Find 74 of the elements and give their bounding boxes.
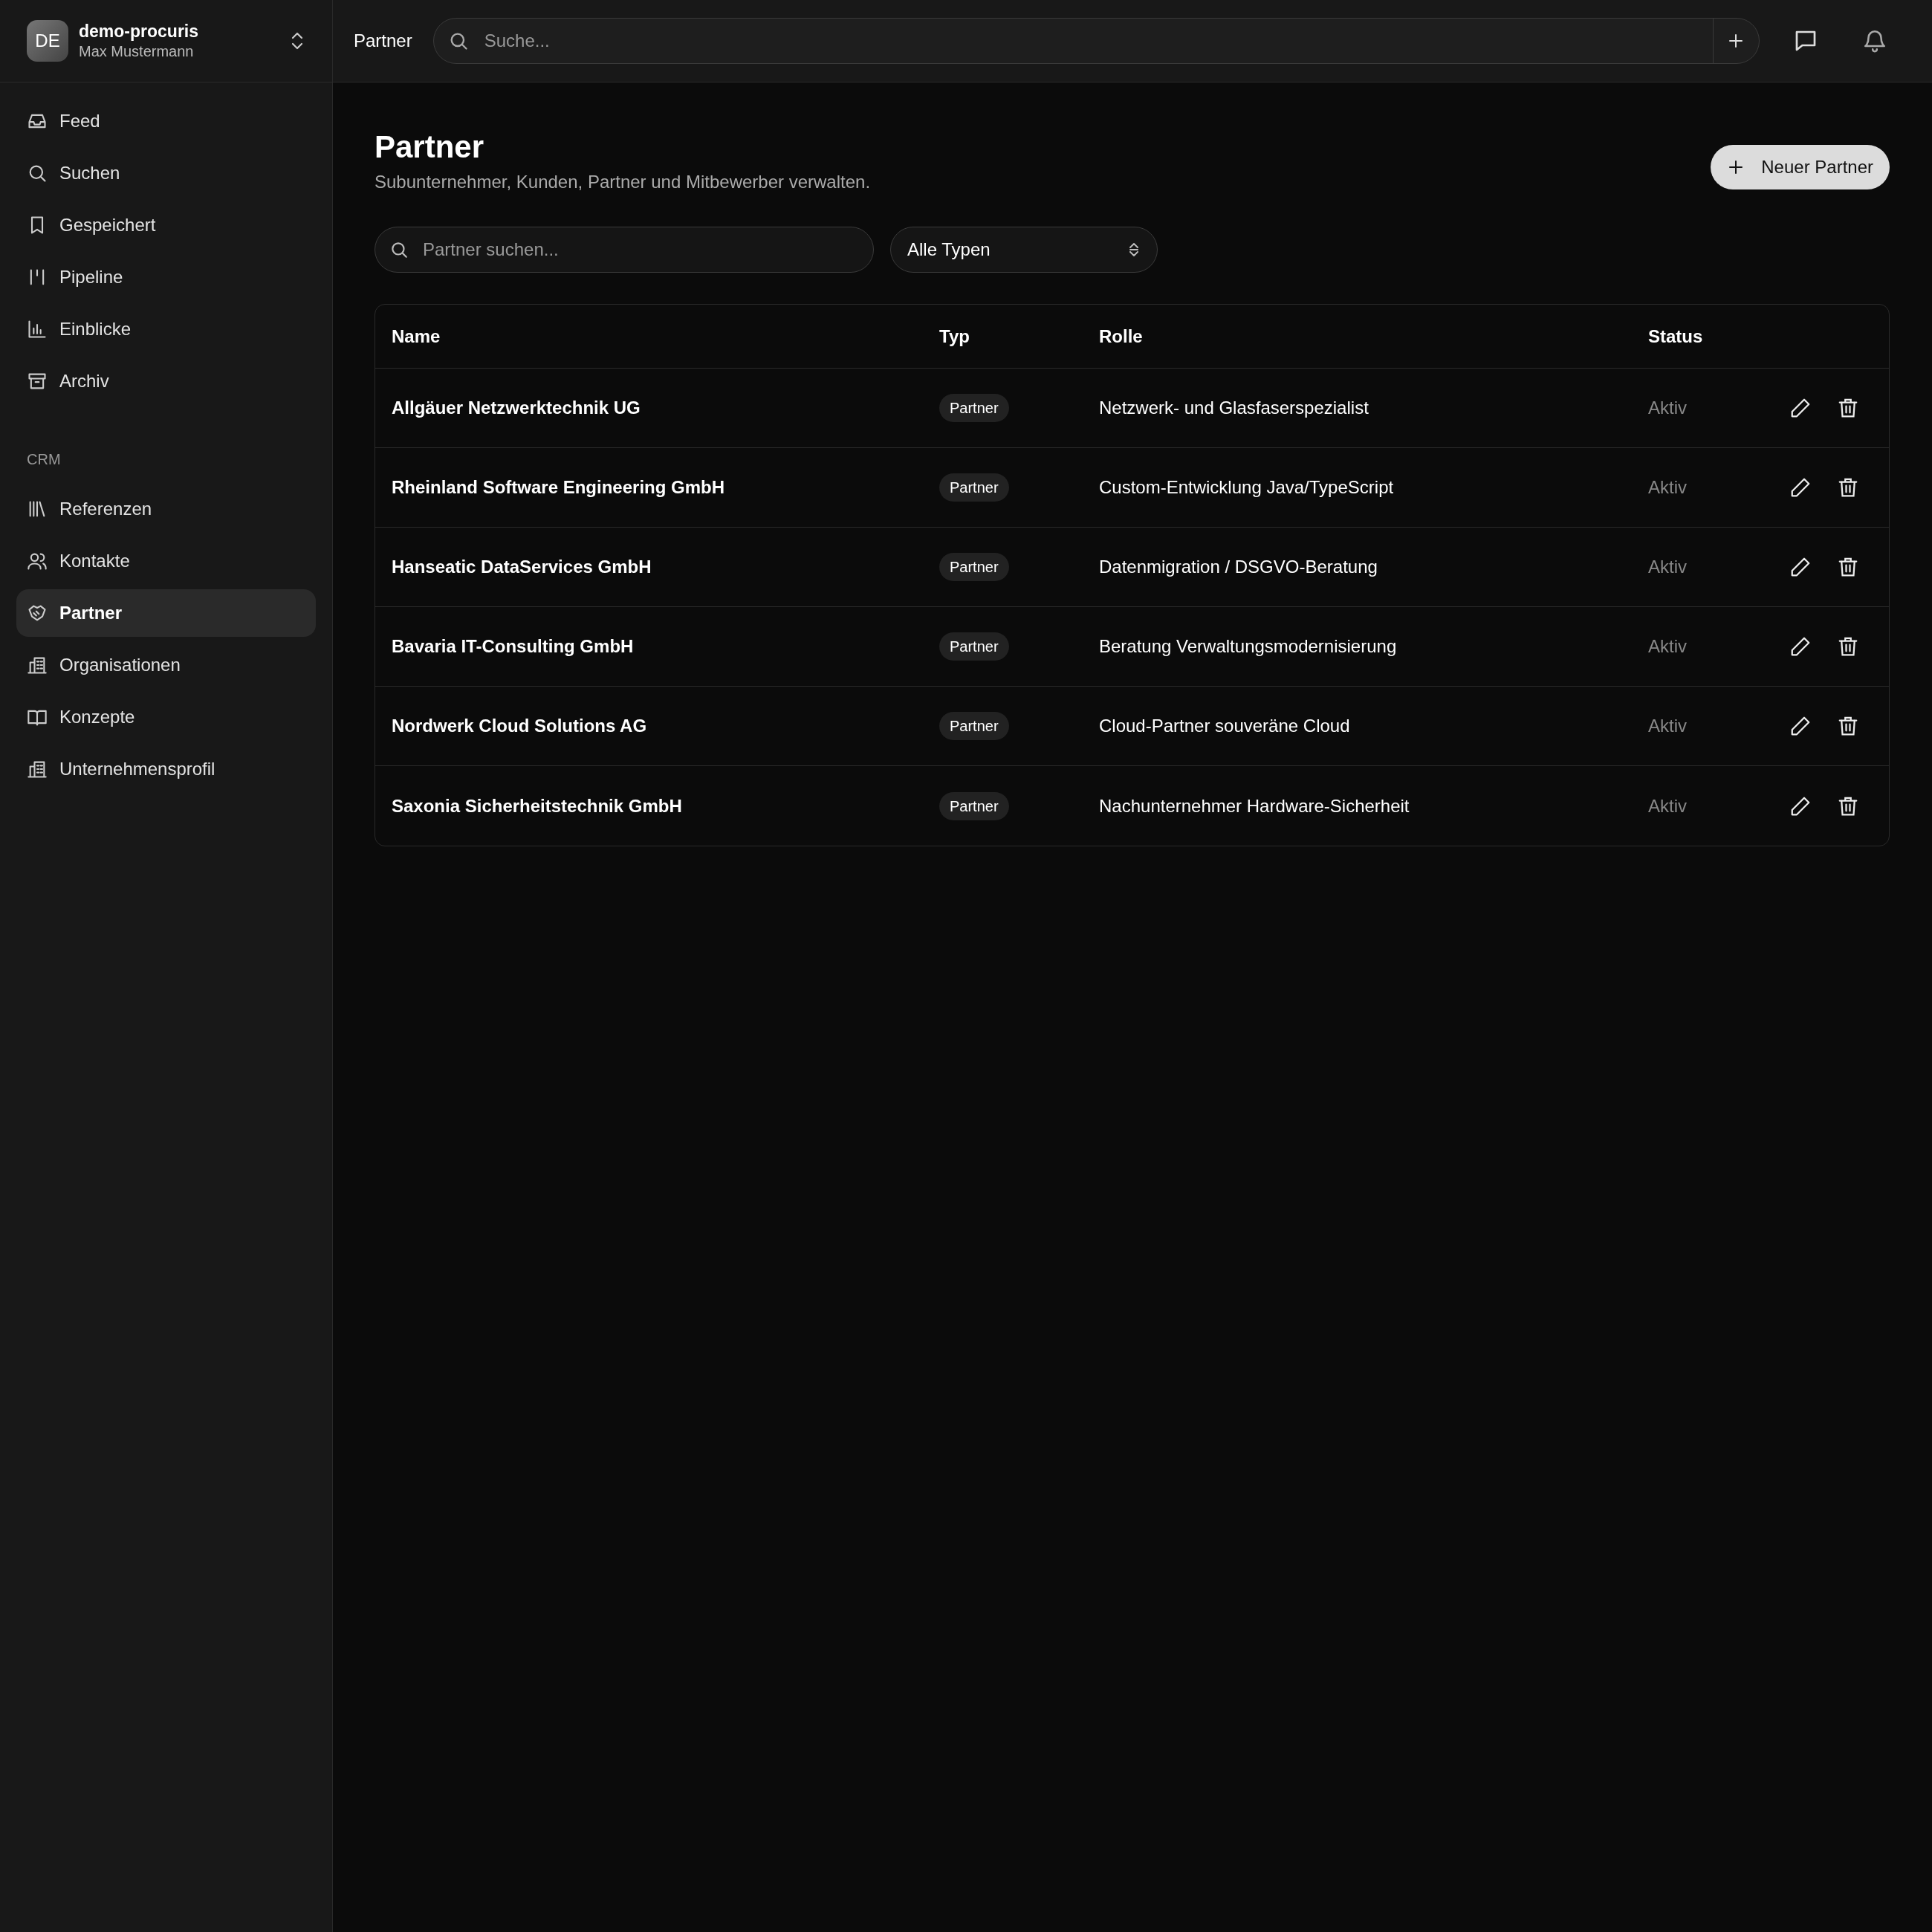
table-cell-text: Cloud-Partner souveräne Cloud [1099, 715, 1350, 737]
delete-button[interactable] [1837, 556, 1859, 578]
type-tag: Partner [939, 791, 1009, 820]
table-cell-text: Saxonia Sicherheitstechnik GmbH [392, 794, 682, 817]
column-header: Typ [939, 325, 970, 348]
type-tag: Partner [939, 553, 1009, 581]
pencil-icon [1789, 556, 1812, 578]
type-select[interactable]: Alle Typen [890, 227, 1158, 273]
new-partner-button[interactable]: Neuer Partner [1711, 145, 1890, 189]
sidebar-item[interactable]: Unternehmensprofil [16, 745, 316, 793]
edit-button[interactable] [1789, 715, 1812, 737]
page-subtitle: Subunternehmer, Kunden, Partner und Mitbewerber verwalten. [375, 171, 871, 193]
workspace-name: demo-procuris [79, 21, 200, 42]
table-cell-text: Aktiv [1648, 556, 1687, 578]
table-cell-text: Netzwerk- und Glasfaserspezialist [1099, 397, 1369, 419]
bar-chart-icon [27, 319, 48, 340]
delete-button[interactable] [1837, 476, 1859, 499]
pencil-icon [1789, 476, 1812, 499]
partner-search-field[interactable]: Partner suchen... [375, 227, 874, 273]
trash-icon [1837, 715, 1859, 737]
delete-button[interactable] [1837, 635, 1859, 658]
edit-button[interactable] [1789, 635, 1812, 658]
sidebar-item[interactable]: Feed [16, 97, 316, 145]
table-cell-text: Beratung Verwaltungsmodernisierung [1099, 635, 1397, 658]
table-cell-text: Allgäuer Netzwerktechnik UG [392, 397, 641, 419]
table-cell-text: Aktiv [1648, 397, 1687, 419]
sort-icon [1127, 241, 1141, 259]
table-cell-text: Nordwerk Cloud Solutions AG [392, 715, 647, 737]
trash-icon [1837, 635, 1859, 658]
search-icon [389, 240, 409, 259]
trash-icon [1837, 556, 1859, 578]
pencil-icon [1789, 397, 1812, 419]
search-field[interactable]: Suche... [432, 18, 1760, 64]
sidebar-item[interactable]: Kontakte [16, 537, 316, 585]
workspace-avatar: DE [27, 20, 68, 62]
sidebar-item[interactable]: Suchen [16, 149, 316, 197]
table-cell-text: Aktiv [1648, 476, 1687, 499]
sidebar-item[interactable]: Archiv [16, 357, 316, 405]
column-header: Status [1648, 325, 1703, 348]
table-cell-text: Rheinland Software Engineering GmbH [392, 476, 725, 499]
breadcrumb: Partner [354, 30, 412, 52]
page-title: Partner [375, 129, 485, 166]
sidebar-item[interactable]: Referenzen [16, 485, 316, 533]
table-cell-text: Custom-Entwicklung Java/TypeScript [1099, 476, 1394, 499]
edit-button[interactable] [1789, 476, 1812, 499]
column-header: Rolle [1099, 325, 1143, 348]
sidebar-item[interactable]: Einblicke [16, 305, 316, 353]
sidebar-item[interactable]: Organisationen [16, 641, 316, 689]
table-cell-text: Aktiv [1648, 794, 1687, 817]
type-tag: Partner [939, 473, 1009, 502]
type-tag: Partner [939, 712, 1009, 740]
edit-button[interactable] [1789, 556, 1812, 578]
type-tag: Partner [939, 394, 1009, 422]
table-cell-text: Nachunternehmer Hardware-Sicherheit [1099, 794, 1410, 817]
section-label: CRM [26, 450, 62, 469]
type-tag: Partner [939, 632, 1009, 661]
pencil-icon [1789, 635, 1812, 658]
table-cell-text: Hanseatic DataServices GmbH [392, 556, 652, 578]
delete-button[interactable] [1837, 397, 1859, 419]
trash-icon [1837, 397, 1859, 419]
sidebar-item[interactable]: Konzepte [16, 693, 316, 741]
table-cell-text: Bavaria IT-Consulting GmbH [392, 635, 634, 658]
pencil-icon [1789, 715, 1812, 737]
edit-button[interactable] [1789, 397, 1812, 419]
sidebar-item[interactable]: Partner [16, 589, 316, 637]
delete-button[interactable] [1837, 715, 1859, 737]
table-cell-text: Aktiv [1648, 635, 1687, 658]
column-header: Name [392, 325, 441, 348]
sidebar-item[interactable]: Pipeline [16, 253, 316, 301]
user-name: Max Mustermann [79, 42, 195, 61]
table-cell-text: Datenmigration / DSGVO-Beratung [1099, 556, 1378, 578]
sidebar-item[interactable]: Gespeichert [16, 201, 316, 249]
table-cell-text: Aktiv [1648, 715, 1687, 737]
trash-icon [1837, 476, 1859, 499]
